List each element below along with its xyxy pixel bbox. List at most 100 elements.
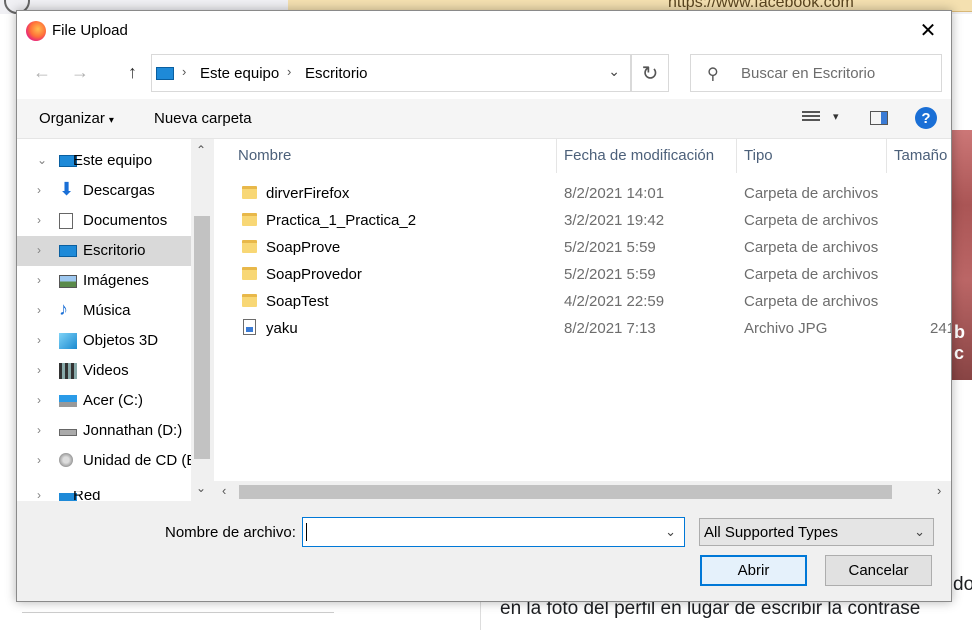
background-divider-vertical: [480, 600, 481, 630]
close-button[interactable]: ✕: [905, 11, 951, 49]
file-row[interactable]: Practica_1_Practica_2 3/2/2021 19:42 Car…: [214, 207, 951, 234]
file-name: SoapTest: [266, 293, 329, 310]
expand-chevron-icon[interactable]: ›: [37, 491, 41, 501]
address-bar[interactable]: › Este equipo › Escritorio ⌄: [151, 54, 631, 92]
nav-item-red[interactable]: › Red: [17, 491, 191, 501]
column-divider[interactable]: [736, 139, 737, 173]
organize-button[interactable]: Organizar ▾: [39, 110, 114, 127]
new-folder-button[interactable]: Nueva carpeta: [154, 110, 252, 127]
folder-icon: [242, 294, 257, 307]
filename-dropdown-icon[interactable]: ⌄: [665, 524, 676, 540]
nav-item-jonnathan-d[interactable]: › Jonnathan (D:): [17, 416, 191, 446]
image-file-icon: [243, 319, 256, 335]
breadcrumb-separator-icon: ›: [182, 64, 187, 79]
file-date: 8/2/2021 14:01: [564, 185, 665, 202]
column-divider[interactable]: [556, 139, 557, 173]
file-type: Carpeta de archivos: [744, 185, 879, 202]
expand-chevron-icon[interactable]: ›: [37, 273, 41, 287]
nav-pane-scrollbar[interactable]: ⌃ ⌄: [191, 139, 213, 501]
breadcrumb-escritorio[interactable]: Escritorio: [305, 65, 368, 82]
filename-input[interactable]: ⌄: [302, 517, 685, 547]
view-options-icon[interactable]: [802, 111, 820, 125]
column-header-type[interactable]: Tipo: [744, 147, 773, 164]
file-row[interactable]: SoapProvedor 5/2/2021 5:59 Carpeta de ar…: [214, 261, 951, 288]
expand-chevron-icon[interactable]: ›: [37, 453, 41, 467]
background-page-text-fragment: do: [953, 574, 972, 595]
column-header-date[interactable]: Fecha de modificación: [564, 147, 714, 164]
horizontal-scrollbar[interactable]: ‹ ›: [214, 481, 951, 501]
file-date: 5/2/2021 5:59: [564, 266, 656, 283]
expand-chevron-icon[interactable]: ›: [37, 363, 41, 377]
cancel-button[interactable]: Cancelar: [825, 555, 932, 586]
nav-item-musica[interactable]: › ♪ Música: [17, 296, 191, 326]
nav-item-acer-c[interactable]: › Acer (C:): [17, 386, 191, 416]
search-box[interactable]: ⚲ Buscar en Escritorio: [690, 54, 942, 92]
nav-item-imagenes[interactable]: › Imágenes: [17, 266, 191, 296]
dialog-titlebar: File Upload ✕: [17, 11, 951, 49]
3d-objects-icon: [59, 333, 77, 349]
nav-item-documentos[interactable]: › Documentos: [17, 206, 191, 236]
cd-drive-icon: [59, 453, 73, 467]
file-name: dirverFirefox: [266, 185, 350, 202]
folder-icon: [242, 213, 257, 226]
address-dropdown-icon[interactable]: ⌄: [608, 63, 620, 80]
nav-item-label: Objetos 3D: [83, 332, 159, 349]
nav-item-label: Red: [73, 491, 101, 501]
expand-chevron-icon[interactable]: ›: [37, 393, 41, 407]
navigation-bar: ← → ↑ › Este equipo › Escritorio ⌄ ↻ ⚲ B…: [17, 49, 951, 99]
file-row[interactable]: dirverFirefox 8/2/2021 14:01 Carpeta de …: [214, 180, 951, 207]
breadcrumb-este-equipo[interactable]: Este equipo: [200, 65, 279, 82]
nav-item-objetos-3d[interactable]: › Objetos 3D: [17, 326, 191, 356]
view-dropdown-icon[interactable]: ▾: [833, 110, 839, 123]
folder-icon: [242, 186, 257, 199]
nav-item-unidad-cd[interactable]: › Unidad de CD (E: [17, 446, 196, 476]
expand-chevron-icon[interactable]: ›: [37, 183, 41, 197]
scroll-left-icon[interactable]: ‹: [222, 483, 226, 498]
nav-item-videos[interactable]: › Videos: [17, 356, 191, 386]
expand-chevron-icon[interactable]: ›: [37, 213, 41, 227]
column-divider[interactable]: [886, 139, 887, 173]
scroll-down-icon[interactable]: ⌄: [196, 481, 206, 495]
nav-item-este-equipo[interactable]: ⌄ Este equipo: [17, 146, 191, 176]
back-button[interactable]: ←: [33, 62, 51, 83]
file-size: 241: [930, 320, 951, 337]
download-icon: ⬇: [59, 179, 75, 199]
refresh-button[interactable]: ↻: [631, 54, 669, 92]
open-button[interactable]: Abrir: [700, 555, 807, 586]
file-row[interactable]: yaku 8/2/2021 7:13 Archivo JPG 241: [214, 315, 951, 342]
preview-pane-icon[interactable]: [870, 111, 888, 125]
expand-chevron-icon[interactable]: ›: [37, 423, 41, 437]
file-row[interactable]: SoapProve 5/2/2021 5:59 Carpeta de archi…: [214, 234, 951, 261]
expand-chevron-icon[interactable]: ›: [37, 333, 41, 347]
background-divider: [22, 612, 334, 613]
file-type-select[interactable]: All Supported Types ⌄: [699, 518, 934, 546]
help-icon[interactable]: ?: [915, 107, 937, 129]
scrollbar-thumb[interactable]: [239, 485, 892, 499]
nav-item-label: Acer (C:): [83, 392, 143, 409]
pictures-icon: [59, 275, 77, 288]
file-name: yaku: [266, 320, 298, 337]
expand-chevron-icon[interactable]: ›: [37, 303, 41, 317]
windows-drive-icon: [59, 395, 77, 407]
scrollbar-thumb[interactable]: [194, 216, 210, 459]
nav-item-escritorio[interactable]: › Escritorio: [17, 236, 191, 266]
file-date: 4/2/2021 22:59: [564, 293, 665, 310]
nav-item-descargas[interactable]: › ⬇ Descargas: [17, 176, 191, 206]
forward-button[interactable]: →: [71, 62, 89, 83]
nav-item-label: Descargas: [83, 182, 155, 199]
expand-chevron-icon[interactable]: ⌄: [37, 153, 47, 167]
up-button[interactable]: ↑: [128, 62, 137, 83]
nav-item-label: Videos: [83, 362, 129, 379]
nav-item-label: Documentos: [83, 212, 168, 229]
expand-chevron-icon[interactable]: ›: [37, 243, 41, 257]
file-row[interactable]: SoapTest 4/2/2021 22:59 Carpeta de archi…: [214, 288, 951, 315]
file-type: Carpeta de archivos: [744, 293, 879, 310]
scroll-up-icon[interactable]: ⌃: [196, 143, 206, 157]
scroll-right-icon[interactable]: ›: [937, 483, 941, 498]
dialog-title: File Upload: [52, 22, 128, 39]
column-header-name[interactable]: Nombre: [238, 147, 291, 164]
folder-icon: [242, 267, 257, 280]
file-type-value: All Supported Types: [704, 524, 838, 541]
file-list: ^ Nombre Fecha de modificación Tipo Tama…: [214, 139, 951, 501]
column-header-size[interactable]: Tamaño: [894, 147, 947, 164]
